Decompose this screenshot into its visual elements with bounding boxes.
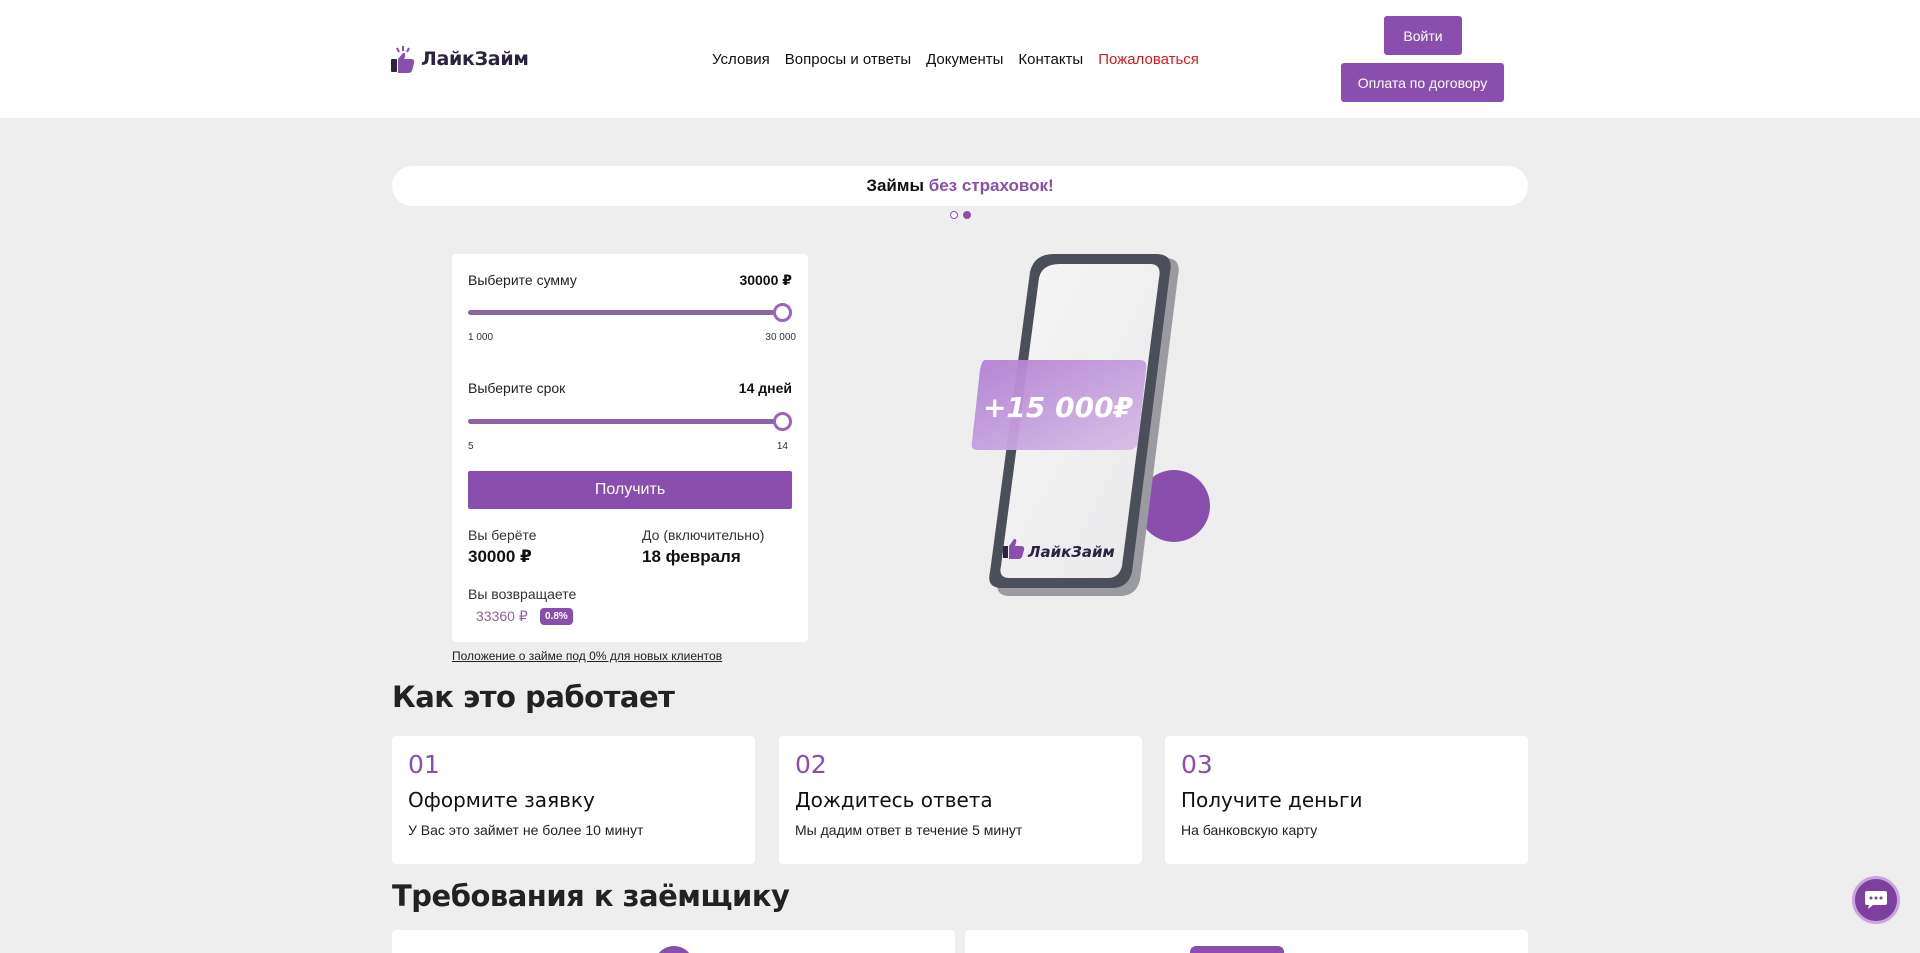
carousel-dots (950, 211, 971, 219)
nav-link-contacts[interactable]: Контакты (1018, 51, 1083, 68)
step-title: Получите деньги (1181, 788, 1363, 812)
thumbs-up-icon (391, 46, 415, 73)
site-header: ЛайкЗайм Условия Вопросы и ответы Докуме… (0, 0, 1920, 118)
logo-text: ЛайкЗайм (421, 48, 529, 70)
phone-logo-text: ЛайкЗайм (1027, 543, 1115, 561)
nav-link-complain[interactable]: Пожаловаться (1098, 51, 1199, 68)
logo[interactable]: ЛайкЗайм (390, 44, 529, 74)
nav-link-faq[interactable]: Вопросы и ответы (785, 51, 911, 68)
rate-badge: 0.8% (540, 608, 573, 625)
term-min-label: 5 (468, 441, 474, 452)
banner-accent-text: без страховок! (928, 176, 1054, 195)
requirement-illustration (654, 946, 694, 953)
step-description: На банковскую карту (1181, 822, 1318, 838)
phone-illustration: +15 000₽ ЛайкЗайм (960, 250, 1220, 600)
take-value: 30000 ₽ (468, 547, 532, 566)
step-number: 03 (1181, 750, 1213, 779)
nav-link-documents[interactable]: Документы (926, 51, 1003, 68)
step-card-3: 03 Получите деньги На банковскую карту (1165, 736, 1528, 864)
zero-percent-terms-link[interactable]: Положение о займе под 0% для новых клиен… (452, 649, 722, 663)
amount-max-label: 30 000 (765, 332, 796, 343)
phone-image: +15 000₽ ЛайкЗайм (971, 254, 1210, 596)
until-label: До (включительно) (642, 527, 765, 543)
step-number: 02 (795, 750, 827, 779)
term-slider-handle[interactable] (773, 412, 792, 431)
main-nav: Условия Вопросы и ответы Документы Конта… (712, 51, 1199, 68)
step-card-2: 02 Дождитесь ответа Мы дадим ответ в теч… (779, 736, 1142, 864)
until-value: 18 февраля (642, 547, 741, 566)
login-button[interactable]: Войти (1384, 16, 1462, 55)
loan-calculator: Выберите сумму 30000 ₽ 1 000 30 000 Выбе… (452, 254, 808, 642)
take-label: Вы берёте (468, 527, 537, 543)
term-slider[interactable] (468, 412, 792, 431)
return-value: 33360 ₽ (476, 608, 528, 624)
carousel-dot-2[interactable] (963, 211, 971, 219)
term-slider-fill (468, 419, 782, 424)
requirement-illustration (1190, 946, 1284, 953)
step-description: У Вас это займет не более 10 минут (408, 822, 644, 838)
amount-value: 30000 ₽ (739, 272, 792, 288)
step-card-1: 01 Оформите заявку У Вас это займет не б… (392, 736, 755, 864)
term-value: 14 дней (738, 380, 792, 396)
pay-by-contract-button[interactable]: Оплата по договору (1341, 63, 1504, 102)
amount-label: Выберите сумму (468, 272, 577, 288)
term-max-label: 14 (776, 441, 788, 452)
amount-slider-handle[interactable] (773, 303, 792, 322)
step-description: Мы дадим ответ в течение 5 минут (795, 822, 1023, 838)
requirement-card-1 (392, 930, 955, 953)
term-label: Выберите срок (468, 380, 566, 396)
get-loan-button[interactable]: Получить (468, 471, 792, 509)
amount-min-label: 1 000 (468, 332, 494, 343)
promo-banner: Займы без страховок! (392, 166, 1528, 206)
return-label: Вы возвращаете (468, 586, 577, 602)
nav-link-conditions[interactable]: Условия (712, 51, 770, 68)
banner-text: Займы (866, 176, 924, 195)
requirement-card-2 (965, 930, 1528, 953)
step-number: 01 (408, 750, 440, 779)
chat-widget-button[interactable] (1852, 876, 1900, 924)
chat-bubble-icon (1865, 891, 1887, 909)
amount-slider-fill (468, 310, 782, 315)
step-title: Дождитесь ответа (795, 788, 993, 812)
amount-slider[interactable] (468, 303, 792, 322)
promo-card-amount: +15 000₽ (983, 391, 1134, 424)
how-it-works-title: Как это работает (392, 680, 675, 714)
requirements-title: Требования к заёмщику (392, 879, 790, 913)
step-title: Оформите заявку (408, 788, 595, 812)
carousel-dot-1[interactable] (950, 211, 958, 219)
